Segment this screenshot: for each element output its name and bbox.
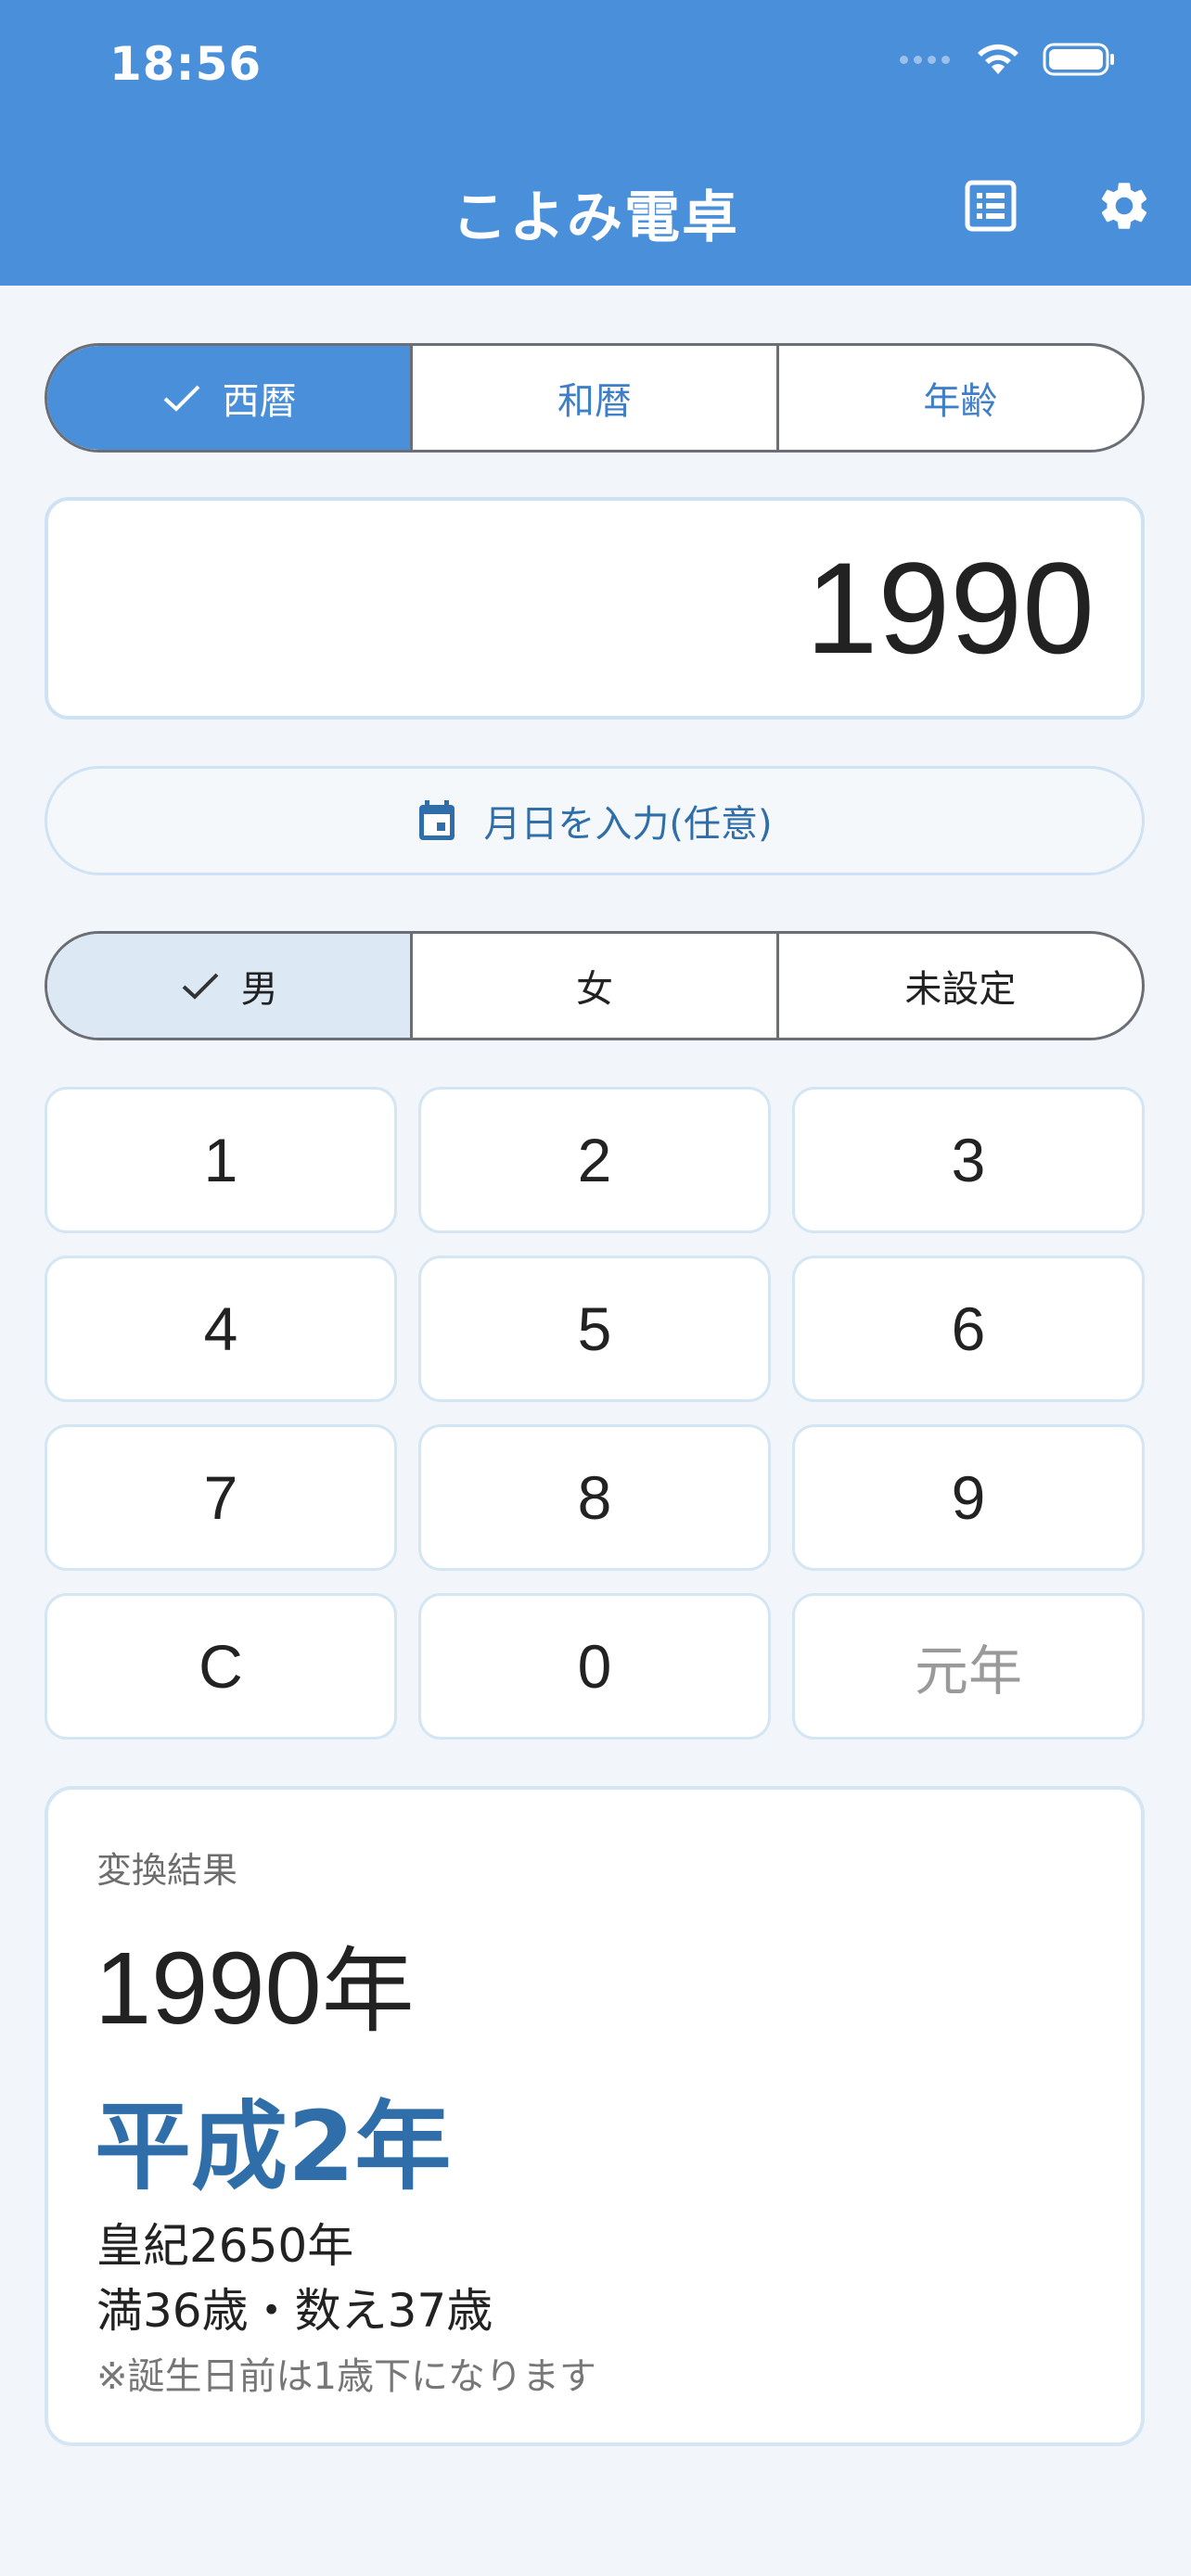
key-gannen[interactable]: 元年 — [792, 1593, 1145, 1740]
western-year-suffix: 年 — [321, 1937, 415, 2046]
calendar-icon — [419, 800, 455, 840]
result-western-year: 1990年 — [95, 1916, 415, 2050]
wifi-icon — [978, 44, 1018, 74]
status-icons — [900, 41, 1117, 78]
tab-male[interactable]: 男 — [47, 934, 411, 1038]
gear-icon — [1101, 183, 1147, 229]
key-6[interactable]: 6 — [792, 1256, 1145, 1402]
settings-button[interactable] — [1095, 176, 1154, 236]
result-age: 満36歳・数え37歳 — [96, 2284, 493, 2338]
result-note: ※誕生日前は1歳下になります — [96, 2355, 596, 2398]
key-8[interactable]: 8 — [418, 1424, 771, 1571]
cellular-signal-icon — [900, 55, 950, 64]
result-japanese-year: 平成2年 — [95, 2090, 452, 2203]
key-0[interactable]: 0 — [418, 1593, 771, 1740]
western-year-value: 1990 — [95, 1932, 322, 2046]
key-clear[interactable]: C — [45, 1593, 397, 1740]
date-input-button[interactable]: 月日を入力(任意) — [45, 766, 1145, 875]
tab-label: 西暦 — [222, 380, 297, 423]
gender-segmented-control: 男 女 未設定 — [45, 931, 1145, 1040]
mode-segmented-control: 西暦 和暦 年齢 — [45, 343, 1145, 453]
key-9[interactable]: 9 — [792, 1424, 1145, 1571]
result-koki: 皇紀2650年 — [96, 2219, 354, 2273]
tab-female[interactable]: 女 — [410, 934, 775, 1038]
tab-age[interactable]: 年齢 — [775, 346, 1142, 450]
battery-icon — [1043, 43, 1114, 76]
check-icon — [163, 385, 200, 412]
key-2[interactable]: 2 — [418, 1087, 771, 1233]
key-1[interactable]: 1 — [45, 1087, 397, 1233]
tab-label: 年齢 — [923, 380, 998, 423]
date-input-label: 月日を入力(任意) — [483, 803, 773, 846]
result-card: 変換結果 1990年 平成2年 皇紀2650年 満36歳・数え37歳 ※誕生日前… — [45, 1786, 1145, 2446]
key-5[interactable]: 5 — [418, 1256, 771, 1402]
tab-japanese-era[interactable]: 和暦 — [410, 346, 775, 450]
list-icon — [965, 180, 1017, 232]
tab-label: 未設定 — [904, 968, 1017, 1011]
tab-unset[interactable]: 未設定 — [775, 934, 1142, 1038]
app-bar: 18:56 こよみ電卓 — [0, 0, 1191, 286]
tab-western-year[interactable]: 西暦 — [47, 346, 411, 450]
key-7[interactable]: 7 — [45, 1424, 397, 1571]
key-3[interactable]: 3 — [792, 1087, 1145, 1233]
tab-label: 女 — [575, 968, 613, 1011]
check-icon — [182, 973, 219, 1000]
tab-label: 和暦 — [557, 380, 632, 423]
result-label: 変換結果 — [96, 1850, 238, 1891]
key-4[interactable]: 4 — [45, 1256, 397, 1402]
status-time: 18:56 — [109, 37, 263, 91]
tab-label: 男 — [240, 968, 278, 1011]
year-display: 1990 — [45, 497, 1145, 720]
history-button[interactable] — [961, 176, 1020, 236]
